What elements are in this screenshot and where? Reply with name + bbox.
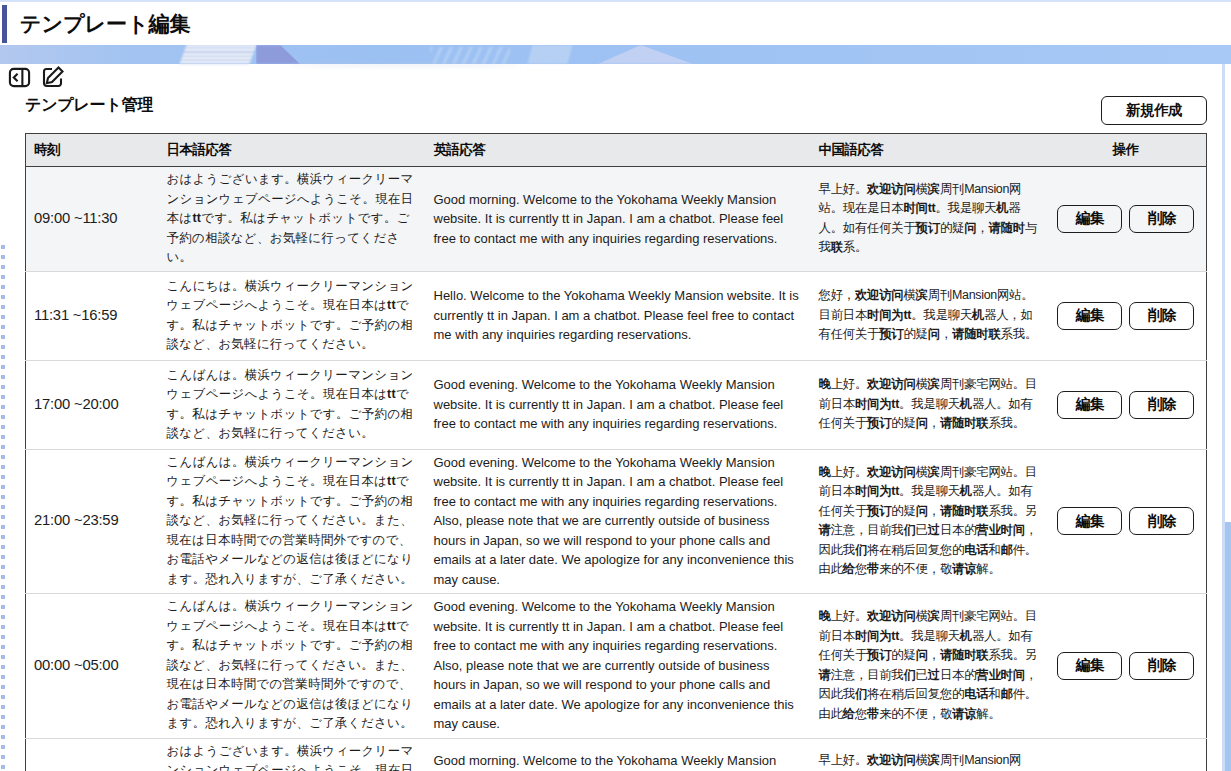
japanese-response-cell: おはようございます。横浜ウィークリーマンションウェブページへようこそ。現在日本は…: [159, 167, 426, 272]
banner-image: [0, 45, 1231, 64]
table-row: 00:00 ~05:00こんばんは。横浜ウィークリーマンションウェブページへよう…: [26, 593, 1207, 738]
banner-shape: [256, 45, 300, 64]
chinese-response-cell: 早上好。欢迎访问横滨周刊Mansion网站。现在是日本时间tt。我是聊天机器人。…: [811, 167, 1046, 272]
edit-icon: [41, 65, 65, 89]
operations-cell: 編集削除: [1046, 167, 1207, 272]
scrollbar-thumb[interactable]: [1225, 522, 1231, 771]
chinese-response-cell: 晚上好。欢迎访问横滨周刊豪宅网站。目前日本时间为tt。我是聊天机器人。如有任何关…: [811, 593, 1046, 738]
edit-button[interactable]: 編集: [1057, 507, 1122, 535]
operations-cell: 編集削除: [1046, 449, 1207, 593]
delete-button[interactable]: 削除: [1129, 507, 1194, 535]
delete-button[interactable]: 削除: [1129, 302, 1194, 330]
table-row: 17:00 ~20:00こんばんは。横浜ウィークリーマンションウェブページへよう…: [26, 360, 1207, 449]
time-cell: 17:00 ~20:00: [26, 360, 159, 449]
edit-button[interactable]: 編集: [1057, 652, 1122, 680]
chinese-response-cell: 您好，欢迎访问横滨周刊Mansion网站。目前日本时间为tt。我是聊天机器人，如…: [811, 271, 1046, 360]
japanese-response-cell: こんばんは。横浜ウィークリーマンションウェブページへようこそ。現在日本はttです…: [159, 360, 426, 449]
japanese-response-cell: こんにちは。横浜ウィークリーマンションウェブページへようこそ。現在日本はttです…: [159, 271, 426, 360]
english-response-cell: Hello. Welcome to the Yokohama Weekly Ma…: [426, 271, 811, 360]
column-header-time: 時刻: [26, 134, 159, 167]
collapse-sidebar-button[interactable]: [8, 65, 32, 89]
table-row: 09:00 ~11:30おはようございます。横浜ウィークリーマンションウェブペー…: [26, 167, 1207, 272]
page-header: テンプレート編集: [0, 0, 1231, 45]
english-response-cell: Good evening. Welcome to the Yokohama We…: [426, 360, 811, 449]
delete-button[interactable]: 削除: [1129, 652, 1194, 680]
banner-shape: [598, 45, 693, 64]
table-row: 11:31 ~16:59こんにちは。横浜ウィークリーマンションウェブページへよう…: [26, 271, 1207, 360]
page-title: テンプレート編集: [20, 10, 190, 38]
page: テンプレート編集 テンプレート管理 新規作成: [0, 0, 1231, 771]
operations-cell: 編集削除: [1046, 593, 1207, 738]
section-title: テンプレート管理: [25, 95, 153, 116]
column-header-ops: 操作: [1046, 134, 1207, 167]
edit-button[interactable]: 編集: [1057, 205, 1122, 233]
japanese-response-cell: こんばんは。横浜ウィークリーマンションウェブページへようこそ。現在日本はttです…: [159, 593, 426, 738]
table-row: おはようございます。横浜ウィークリーマンションウェブページへようこそ。現在日本は…: [26, 738, 1207, 771]
edit-button[interactable]: 編集: [1057, 391, 1122, 419]
table-row: 21:00 ~23:59こんばんは。横浜ウィークリーマンションウェブページへよう…: [26, 449, 1207, 593]
operations-cell: 編集削除: [1046, 738, 1207, 771]
column-header-zh: 中国語応答: [811, 134, 1046, 167]
edit-button[interactable]: 編集: [1057, 302, 1122, 330]
banner-shape: [527, 45, 572, 64]
toolbar: [8, 65, 65, 89]
left-dashed-edge: [1, 245, 5, 771]
time-cell: 09:00 ~11:30: [26, 167, 159, 272]
chinese-response-cell: 晚上好。欢迎访问横滨周刊豪宅网站。目前日本时间为tt。我是聊天机器人。如有任何关…: [811, 449, 1046, 593]
table-header: 時刻日本語応答英語応答中国語応答操作: [26, 134, 1207, 167]
time-cell: [26, 738, 159, 771]
english-response-cell: Good morning. Welcome to the Yokohama We…: [426, 738, 811, 771]
operations-cell: 編集削除: [1046, 271, 1207, 360]
japanese-response-cell: こんばんは。横浜ウィークリーマンションウェブページへようこそ。現在日本はttです…: [159, 449, 426, 593]
edit-template-button[interactable]: [41, 65, 65, 89]
template-table: 時刻日本語応答英語応答中国語応答操作 09:00 ~11:30おはようございます…: [25, 133, 1207, 771]
banner-shape: [430, 47, 510, 64]
operations-cell: 編集削除: [1046, 360, 1207, 449]
japanese-response-cell: おはようございます。横浜ウィークリーマンションウェブページへようこそ。現在日本は…: [159, 738, 426, 771]
column-header-ja: 日本語応答: [159, 134, 426, 167]
english-response-cell: Good morning. Welcome to the Yokohama We…: [426, 167, 811, 272]
delete-button[interactable]: 削除: [1129, 391, 1194, 419]
create-new-button[interactable]: 新規作成: [1101, 96, 1207, 125]
english-response-cell: Good evening. Welcome to the Yokohama We…: [426, 449, 811, 593]
delete-button[interactable]: 削除: [1129, 205, 1194, 233]
time-cell: 00:00 ~05:00: [26, 593, 159, 738]
time-cell: 21:00 ~23:59: [26, 449, 159, 593]
chinese-response-cell: 晚上好。欢迎访问横滨周刊豪宅网站。目前日本时间为tt。我是聊天机器人。如有任何关…: [811, 360, 1046, 449]
english-response-cell: Good evening. Welcome to the Yokohama We…: [426, 593, 811, 738]
banner-shape: [180, 45, 257, 64]
chinese-response-cell: 早上好。欢迎访问横滨周刊Mansion网站。现在是日本时间tt。我是聊天机器人。…: [811, 738, 1046, 771]
collapse-sidebar-icon: [8, 66, 31, 89]
column-header-en: 英語応答: [426, 134, 811, 167]
time-cell: 11:31 ~16:59: [26, 271, 159, 360]
banner-shadow: [290, 63, 520, 67]
header-accent-bar: [2, 5, 7, 43]
